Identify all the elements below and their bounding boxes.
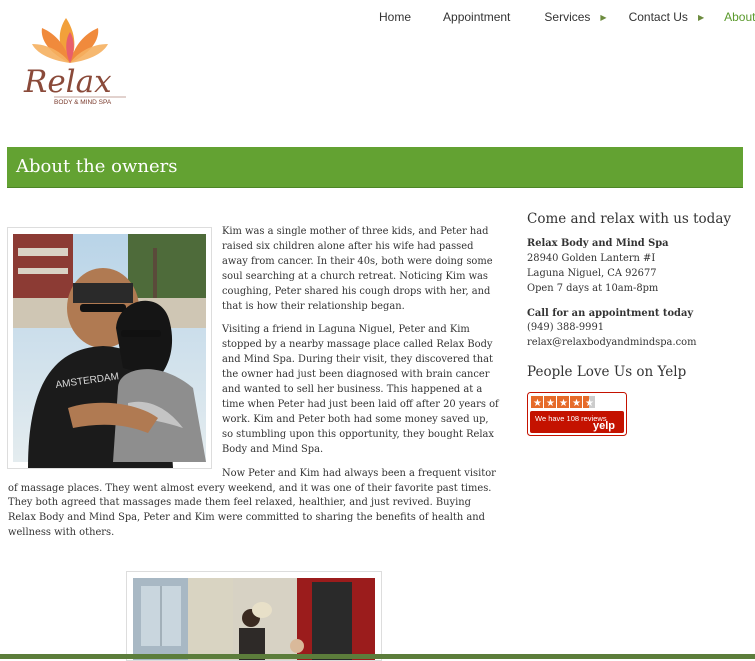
nav-about-label: About Us: [724, 10, 755, 24]
about-paragraph: Visiting a friend in Laguna Niguel, Pete…: [222, 324, 499, 455]
nav-home[interactable]: Home: [379, 10, 411, 24]
call-heading: Call for an appointment today: [527, 307, 694, 319]
yelp-heading: People Love Us on Yelp: [527, 364, 687, 381]
nav-about[interactable]: About Us▶: [724, 10, 755, 24]
svg-text:★: ★: [585, 398, 594, 409]
svg-text:★: ★: [546, 398, 555, 409]
svg-text:★: ★: [559, 398, 568, 409]
about-paragraph: Kim was a single mother of three kids, a…: [222, 226, 493, 312]
spa-interior-photo: [126, 571, 382, 661]
lotus-logo-icon: Relax BODY & MIND SPA: [23, 18, 126, 106]
yelp-badge[interactable]: ★ ★ ★ ★ ★ We have 108 reviews yelp: [527, 392, 627, 436]
top-nav: Home Appointment Services ▶ Contact Us ▶ A…: [362, 10, 755, 24]
yelp-logo-icon: yelp: [593, 420, 615, 432]
contact-info: Call for an appointment today (949) 388-…: [527, 307, 747, 352]
yelp-badge-graphic: ★ ★ ★ ★ ★ We have 108 reviews yelp: [527, 392, 627, 436]
spa-interior-image: [127, 572, 381, 660]
svg-text:Relax: Relax: [23, 64, 112, 100]
nav-services[interactable]: Services ▶: [544, 10, 606, 24]
business-name: Relax Body and Mind Spa: [527, 237, 669, 249]
sidebar-heading: Come and relax with us today: [527, 211, 731, 227]
bottom-edge: [0, 654, 755, 659]
rating-stars-icon: ★ ★ ★ ★ ★: [531, 396, 595, 409]
nav-services-label: Services: [544, 10, 591, 24]
phone-number[interactable]: (949) 388-9991: [527, 321, 747, 336]
address-line-1: 28940 Golden Lantern #I: [527, 252, 656, 264]
svg-text:BODY & MIND SPA: BODY & MIND SPA: [54, 99, 112, 106]
email-link[interactable]: relax@relaxbodyandmindspa.com: [527, 336, 747, 351]
nav-contact-label: Contact Us: [628, 10, 688, 24]
address-line-2: Laguna Niguel, CA 92677: [527, 267, 657, 279]
business-info: Relax Body and Mind Spa 28940 Golden Lan…: [527, 237, 747, 297]
chevron-right-icon: ▶: [697, 12, 705, 22]
page-title: About the owners: [16, 156, 178, 177]
nav-appointment-label: Appointment: [443, 10, 511, 24]
nav-contact[interactable]: Contact Us ▶: [629, 10, 705, 24]
page-title-banner: About the owners: [7, 147, 743, 188]
svg-text:★: ★: [533, 398, 542, 409]
about-paragraph: Now Peter and Kim had always been a freq…: [8, 467, 496, 539]
nav-appointment[interactable]: Appointment: [443, 10, 510, 24]
sidebar: Come and relax with us today Relax Body …: [527, 212, 747, 390]
nav-home-label: Home: [379, 10, 412, 24]
about-content: Kim was a single mother of three kids, a…: [8, 225, 500, 550]
chevron-right-icon: ▶: [600, 12, 607, 22]
svg-text:★: ★: [572, 398, 581, 409]
site-logo[interactable]: Relax BODY & MIND SPA: [14, 18, 134, 113]
business-hours: Open 7 days at 10am-8pm: [527, 282, 659, 294]
